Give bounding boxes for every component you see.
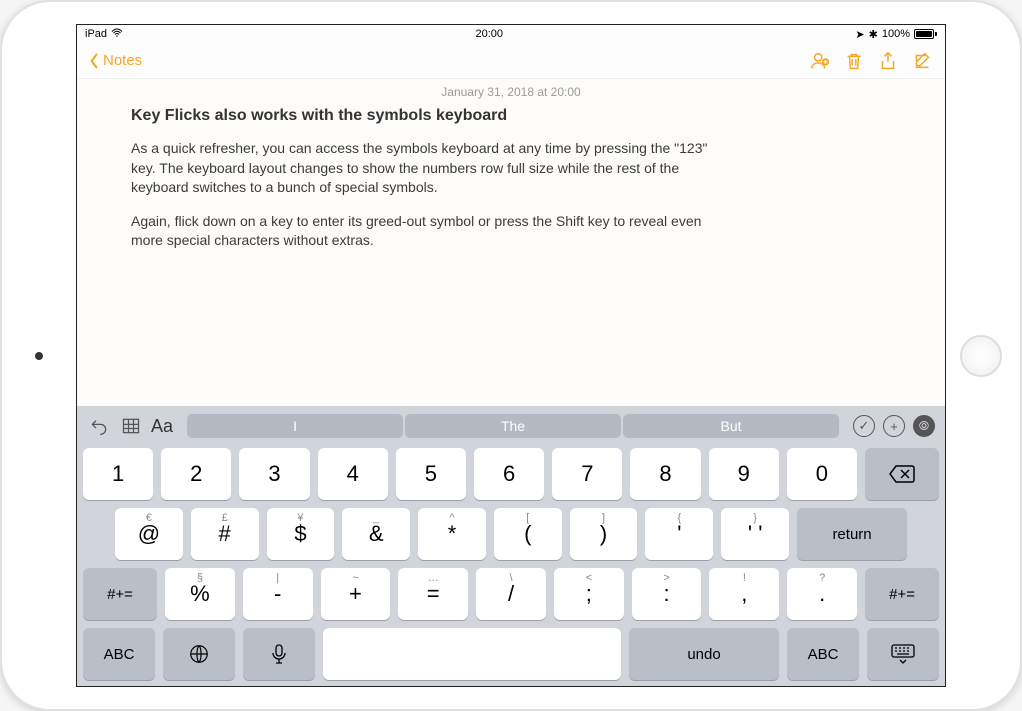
key-rparen[interactable]: ]) <box>570 508 638 560</box>
note-body[interactable]: January 31, 2018 at 20:00 Key Flicks als… <box>77 79 945 406</box>
backspace-key[interactable] <box>865 448 939 500</box>
shift-key-left[interactable]: #+= <box>83 568 157 620</box>
key-equals[interactable]: …= <box>398 568 468 620</box>
key-period[interactable]: ?. <box>787 568 857 620</box>
undo-arrow-icon[interactable] <box>87 414 111 438</box>
undo-key[interactable]: undo <box>629 628 779 680</box>
key-dollar[interactable]: ¥$ <box>267 508 335 560</box>
return-key[interactable]: return <box>797 508 907 560</box>
add-person-button[interactable] <box>809 50 831 72</box>
nav-toolbar: Notes <box>77 43 945 79</box>
check-circle-icon[interactable]: ✓ <box>853 415 875 437</box>
key-colon[interactable]: >: <box>632 568 702 620</box>
key-at[interactable]: €@ <box>115 508 183 560</box>
key-row-3: #+= §% |- ~+ …= \/ <; >: !, ?. #+= <box>83 568 939 620</box>
key-2[interactable]: 2 <box>161 448 231 500</box>
key-amp[interactable]: _& <box>342 508 410 560</box>
back-button[interactable]: Notes <box>89 52 142 69</box>
globe-key[interactable] <box>163 628 235 680</box>
key-lparen[interactable]: [( <box>494 508 562 560</box>
dismiss-keyboard-key[interactable] <box>867 628 939 680</box>
text-format-button[interactable]: Aa <box>151 416 173 437</box>
key-0[interactable]: 0 <box>787 448 857 500</box>
location-icon: ➤ <box>855 28 864 41</box>
key-9[interactable]: 9 <box>709 448 779 500</box>
key-4[interactable]: 4 <box>318 448 388 500</box>
space-key[interactable] <box>323 628 621 680</box>
key-hash[interactable]: £# <box>191 508 259 560</box>
key-row-4: ABC undo ABC <box>83 628 939 680</box>
key-plus[interactable]: ~+ <box>321 568 391 620</box>
trash-button[interactable] <box>843 50 865 72</box>
table-icon[interactable] <box>119 414 143 438</box>
key-1[interactable]: 1 <box>83 448 153 500</box>
key-semicolon[interactable]: <; <box>554 568 624 620</box>
key-row-1: 1 2 3 4 5 6 7 8 9 0 <box>83 448 939 500</box>
key-6[interactable]: 6 <box>474 448 544 500</box>
keyboard-toolbar: Aa I The But ✓ + ⦾ <box>83 412 939 440</box>
backspace-icon <box>888 464 916 484</box>
key-7[interactable]: 7 <box>552 448 622 500</box>
key-slash[interactable]: \/ <box>476 568 546 620</box>
key-minus[interactable]: |- <box>243 568 313 620</box>
chevron-left-icon <box>89 53 99 69</box>
markup-icon[interactable]: ⦾ <box>913 415 935 437</box>
screen: iPad 20:00 ➤ ✱ 100% Notes J <box>76 24 946 687</box>
share-button[interactable] <box>877 50 899 72</box>
key-percent[interactable]: §% <box>165 568 235 620</box>
home-button[interactable] <box>960 335 1002 377</box>
note-title: Key Flicks also works with the symbols k… <box>131 107 891 125</box>
battery-pct: 100% <box>882 28 910 40</box>
plus-circle-icon[interactable]: + <box>883 415 905 437</box>
abc-key-left[interactable]: ABC <box>83 628 155 680</box>
camera-dot <box>35 352 43 360</box>
key-3[interactable]: 3 <box>239 448 309 500</box>
note-paragraph: As a quick refresher, you can access the… <box>131 139 721 198</box>
dictation-key[interactable] <box>243 628 315 680</box>
ipad-frame: iPad 20:00 ➤ ✱ 100% Notes J <box>0 0 1022 711</box>
suggestion-item[interactable]: But <box>623 414 839 438</box>
key-star[interactable]: ^* <box>418 508 486 560</box>
suggestion-item[interactable]: I <box>187 414 403 438</box>
key-5[interactable]: 5 <box>396 448 466 500</box>
microphone-icon <box>270 643 288 665</box>
wifi-icon <box>111 28 123 41</box>
globe-icon <box>188 643 210 665</box>
compose-button[interactable] <box>911 50 933 72</box>
clock: 20:00 <box>475 28 503 40</box>
status-bar: iPad 20:00 ➤ ✱ 100% <box>77 25 945 43</box>
battery-icon <box>914 29 937 39</box>
abc-key-right[interactable]: ABC <box>787 628 859 680</box>
key-row-2: €@ £# ¥$ _& ^* [( ]) {' }' ' return <box>83 508 939 560</box>
key-comma[interactable]: !, <box>709 568 779 620</box>
key-quote[interactable]: }' ' <box>721 508 789 560</box>
suggestion-bar: I The But <box>187 414 839 438</box>
keyboard-dismiss-icon <box>890 643 916 665</box>
suggestion-item[interactable]: The <box>405 414 621 438</box>
keyboard: Aa I The But ✓ + ⦾ 1 2 3 4 5 6 7 8 9 <box>77 406 945 686</box>
carrier-label: iPad <box>85 28 107 40</box>
key-apostrophe[interactable]: {' <box>645 508 713 560</box>
note-date: January 31, 2018 at 20:00 <box>131 85 891 99</box>
key-8[interactable]: 8 <box>630 448 700 500</box>
back-label: Notes <box>103 52 142 69</box>
note-paragraph: Again, flick down on a key to enter its … <box>131 212 721 251</box>
bluetooth-icon: ✱ <box>869 28 878 41</box>
shift-key-right[interactable]: #+= <box>865 568 939 620</box>
